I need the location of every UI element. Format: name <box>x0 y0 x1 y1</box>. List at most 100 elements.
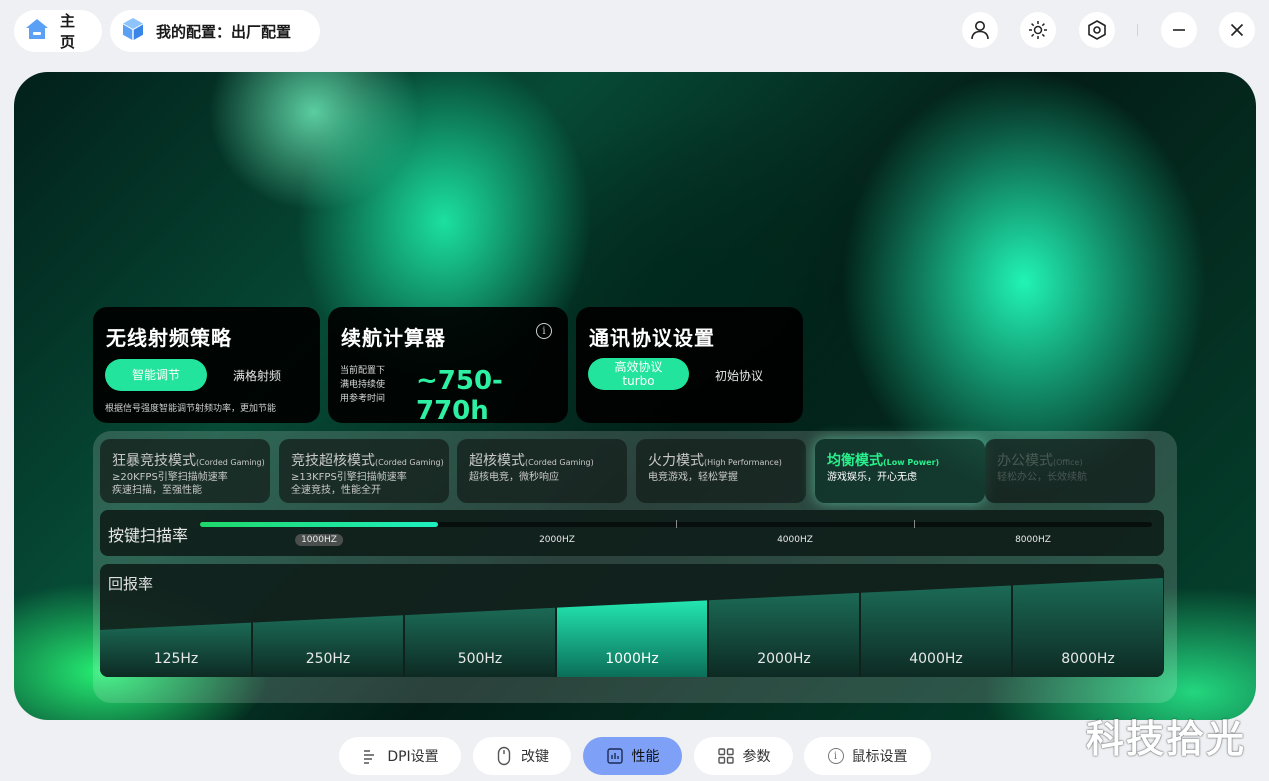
full-rf-option[interactable]: 满格射频 <box>233 367 281 384</box>
nav-dpi-settings[interactable]: DPI设置 <box>339 737 461 775</box>
nav-label: 改键 <box>521 749 549 765</box>
mode-title: 均衡模式(Low Power) <box>827 450 985 470</box>
nav-performance[interactable]: 性能 <box>583 737 682 775</box>
mode-tag: (Office) <box>1053 458 1083 467</box>
home-button[interactable]: 主页 <box>14 10 102 52</box>
mode-title: 狂暴竞技模式(Corded Gaming) <box>112 450 270 470</box>
battery-card-title: 续航计算器 <box>341 326 446 350</box>
default-protocol-option[interactable]: 初始协议 <box>715 367 763 384</box>
smart-adjust-label: 智能调节 <box>131 368 180 382</box>
battery-caption: 当前配置下 满电持续使 用参考时间 <box>340 364 385 406</box>
mode-name: 火力模式 <box>648 453 704 469</box>
report-rate-label: 回报率 <box>108 575 154 593</box>
nav-label: 鼠标设置 <box>851 749 908 765</box>
protocol-card: 通讯协议设置 高效协议 turbo 初始协议 <box>576 307 803 423</box>
mode-desc: 游戏娱乐，开心无虑 <box>827 472 917 483</box>
rf-card-title: 无线射频策略 <box>106 326 232 350</box>
close-button[interactable] <box>1219 12 1255 48</box>
home-icon <box>24 16 50 46</box>
scan-rate-tick-label[interactable]: 2000HZ <box>533 534 581 546</box>
mode-name: 超核模式 <box>469 453 525 469</box>
mode-card[interactable]: 火力模式(High Performance) 电竞游戏，轻松掌握 <box>636 439 806 503</box>
rf-strategy-card: 无线射频策略 智能调节 满格射频 根据信号强度智能调节射频功率，更加节能 <box>93 307 320 423</box>
mode-card[interactable]: 办公模式(Office) 轻松办公，长效续航 <box>985 439 1155 503</box>
grid-icon <box>717 748 734 764</box>
user-icon <box>971 21 989 40</box>
report-rate-option[interactable]: 2000Hz <box>708 651 860 667</box>
nav-label: 性能 <box>631 749 660 765</box>
smart-adjust-button[interactable]: 智能调节 <box>105 359 207 391</box>
mode-tag: (High Performance) <box>704 458 782 467</box>
report-rate-option[interactable]: 125Hz <box>100 651 252 667</box>
report-rate-segment[interactable] <box>253 615 403 677</box>
mode-name: 均衡模式 <box>827 453 883 469</box>
mode-desc: 超核电竞，微秒响应 <box>469 472 559 483</box>
minimize-icon <box>1173 29 1185 31</box>
report-rate-option[interactable]: 4000Hz <box>860 651 1012 667</box>
rf-note: 根据信号强度智能调节射频功率，更加节能 <box>105 404 277 414</box>
mode-title: 竞技超核模式(Corded Gaming) <box>291 450 449 470</box>
mode-tag: (Corded Gaming) <box>525 458 594 467</box>
battery-caption-line: 满电持续使 <box>340 380 386 390</box>
performance-icon <box>606 748 623 764</box>
mode-tag: (Low Power) <box>883 458 940 467</box>
user-button[interactable] <box>962 12 998 48</box>
mode-name: 狂暴竞技模式 <box>112 453 196 469</box>
settings-button[interactable] <box>1079 12 1115 48</box>
config-label: 我的配置：出厂配置 <box>156 22 292 41</box>
close-icon <box>1230 23 1244 37</box>
nav-key-remap[interactable]: 改键 <box>473 737 571 775</box>
battery-value: ~750-770h <box>416 366 503 426</box>
report-rate-segment[interactable] <box>100 622 251 677</box>
brightness-icon <box>1029 21 1047 39</box>
watermark: 科技拾光 <box>1086 717 1247 761</box>
performance-hero: 无线射频策略 智能调节 满格射频 根据信号强度智能调节射频功率，更加节能 续航计… <box>14 72 1256 720</box>
scan-rate-label: 按键扫描率 <box>108 526 189 545</box>
nav-parameters[interactable]: 参数 <box>694 737 793 775</box>
key-scan-rate-row: 按键扫描率 1000HZ 2000HZ 4000HZ 8000HZ <box>100 510 1164 556</box>
scan-rate-tick-label[interactable]: 4000HZ <box>771 534 819 546</box>
report-rate-row: 回报率 125Hz 250Hz 500Hz 1000Hz 2000Hz 4000Hz 800… <box>100 564 1164 677</box>
cube-icon <box>120 16 146 46</box>
protocol-card-title: 通讯协议设置 <box>589 326 715 350</box>
mode-card[interactable]: 均衡模式(Low Power) 游戏娱乐，开心无虑 <box>815 439 985 503</box>
turbo-protocol-button[interactable]: 高效协议 turbo <box>588 358 689 390</box>
report-rate-option[interactable]: 500Hz <box>404 651 556 667</box>
nav-mouse-settings[interactable]: i 鼠标设置 <box>804 737 931 775</box>
scan-rate-tick <box>676 520 677 528</box>
performance-panel: 狂暴竞技模式(Corded Gaming) ≥20KFPS引擎扫描帧速率 疾速扫描… <box>93 431 1177 703</box>
mode-title: 超核模式(Corded Gaming) <box>469 450 627 470</box>
scan-rate-slider[interactable] <box>200 520 1152 528</box>
mouse-icon <box>497 746 511 766</box>
report-rate-option[interactable]: 1000Hz <box>556 651 708 667</box>
mode-title: 办公模式(Office) <box>997 450 1155 470</box>
scan-rate-fill <box>200 522 438 527</box>
scan-rate-tick-label[interactable]: 8000HZ <box>1009 534 1057 546</box>
battery-caption-line: 当前配置下 <box>340 366 386 376</box>
report-rate-option[interactable]: 250Hz <box>252 651 404 667</box>
mode-desc: 轻松办公，长效续航 <box>997 472 1087 483</box>
turbo-label-line2: turbo <box>622 374 655 388</box>
mode-tag: (Corded Gaming) <box>375 458 444 467</box>
info-icon[interactable]: i <box>536 323 552 339</box>
config-selector[interactable]: 我的配置：出厂配置 <box>110 10 320 52</box>
settings-hex-icon <box>1088 20 1106 40</box>
mode-name: 竞技超核模式 <box>291 453 375 469</box>
info-icon: i <box>827 748 844 764</box>
mode-tag: (Corded Gaming) <box>196 458 265 467</box>
mode-card[interactable]: 超核模式(Corded Gaming) 超核电竞，微秒响应 <box>457 439 627 503</box>
mode-name: 办公模式 <box>997 453 1053 469</box>
minimize-button[interactable] <box>1161 12 1197 48</box>
mode-desc: ≥13KFPS引擎扫描帧速率 全速竞技，性能全开 <box>291 472 407 496</box>
mode-desc: 电竞游戏，轻松掌握 <box>648 472 738 483</box>
mode-card[interactable]: 竞技超核模式(Corded Gaming) ≥13KFPS引擎扫描帧速率 全速竞技… <box>279 439 449 503</box>
brightness-button[interactable] <box>1020 12 1056 48</box>
home-label: 主页 <box>60 12 76 51</box>
report-rate-option[interactable]: 8000Hz <box>1012 651 1164 667</box>
battery-calculator-card: 续航计算器 i 当前配置下 满电持续使 用参考时间 ~750-770h <box>328 307 568 426</box>
scan-rate-tick-label[interactable]: 1000HZ <box>295 534 343 546</box>
scan-rate-tick <box>914 520 915 528</box>
nav-label: 参数 <box>742 749 771 765</box>
turbo-label-line1: 高效协议 <box>614 360 663 374</box>
mode-card[interactable]: 狂暴竞技模式(Corded Gaming) ≥20KFPS引擎扫描帧速率 疾速扫描… <box>100 439 270 503</box>
